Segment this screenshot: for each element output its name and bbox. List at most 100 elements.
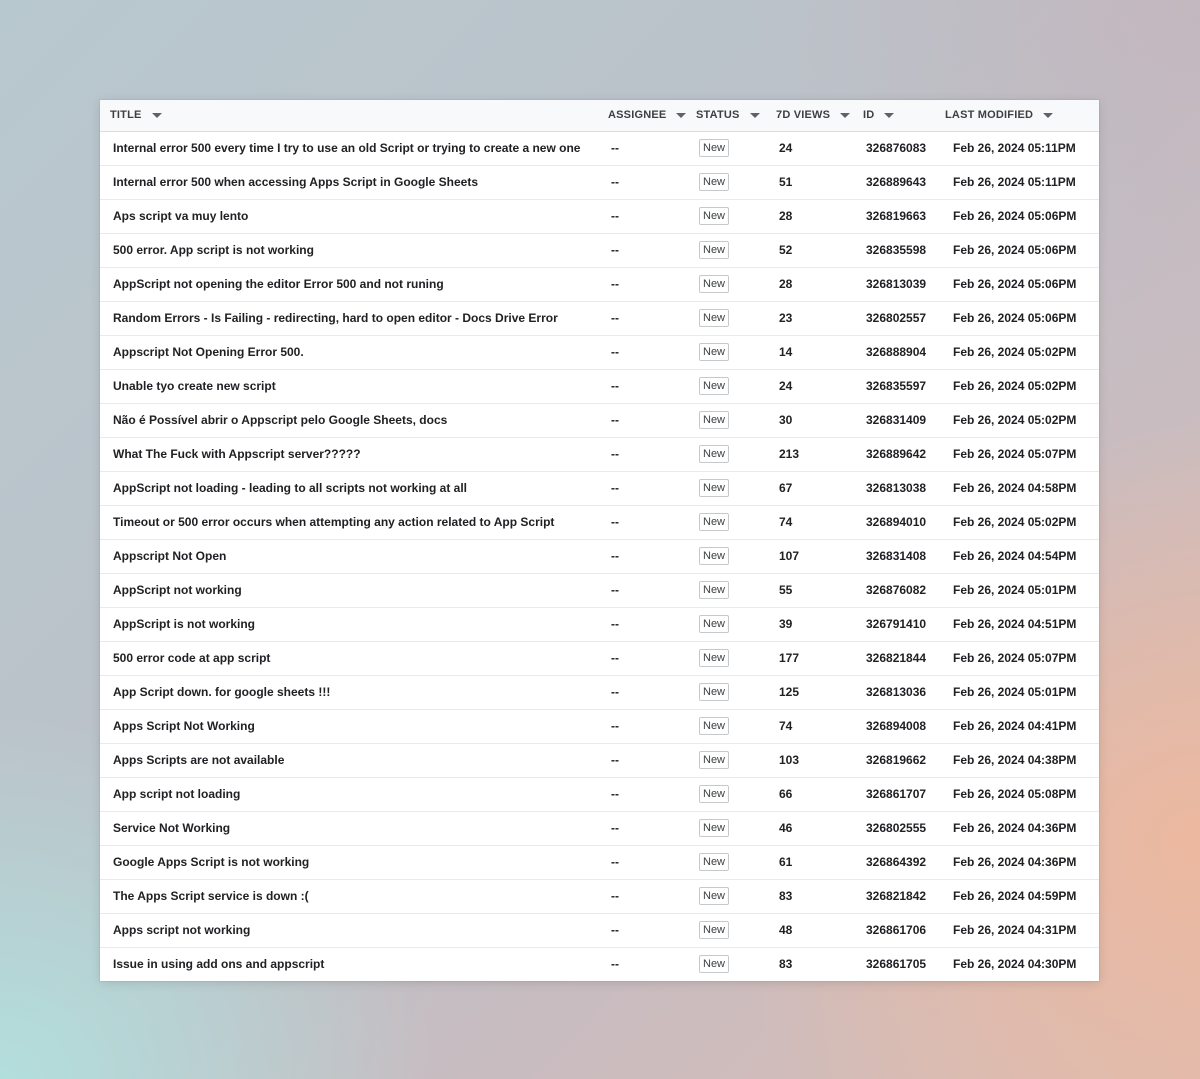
table-row[interactable]: 500 error. App script is not working -- Ne… — [100, 233, 1099, 268]
issue-status-cell: New — [696, 199, 776, 234]
table-row[interactable]: Internal error 500 when accessing Apps S… — [100, 165, 1099, 200]
status-badge: New — [699, 921, 730, 939]
issue-last-modified: Feb 26, 2024 05:07PM — [945, 437, 1099, 472]
issue-views: 103 — [776, 743, 863, 778]
issue-assignee: -- — [608, 641, 696, 676]
issue-assignee: -- — [608, 811, 696, 846]
issue-last-modified: Feb 26, 2024 04:36PM — [945, 845, 1099, 880]
table-row[interactable]: AppScript is not working -- New 39 326791410… — [100, 607, 1099, 642]
table-row[interactable]: Unable tyo create new script -- New 24 32683… — [100, 369, 1099, 404]
sort-caret-icon[interactable] — [676, 113, 687, 119]
issue-views: 83 — [776, 879, 863, 914]
issue-title[interactable]: Appscript Not Open — [100, 539, 608, 574]
issue-id: 326861705 — [866, 957, 927, 972]
status-badge: New — [699, 819, 730, 837]
issue-title[interactable]: AppScript not loading - leading to all s… — [100, 471, 608, 506]
status-badge: New — [699, 649, 730, 667]
issue-status-cell: New — [696, 845, 776, 880]
table-row[interactable]: AppScript not loading - leading to all s… — [100, 471, 1099, 506]
issue-title[interactable]: AppScript not opening the editor Error 5… — [100, 267, 608, 302]
table-row[interactable]: AppScript not opening the editor Error 5… — [100, 267, 1099, 302]
issue-title[interactable]: Apps Script Not Working — [100, 709, 608, 744]
table-row[interactable]: Não é Possível abrir o Appscript pelo Go… — [100, 403, 1099, 438]
issue-title[interactable]: AppScript not working — [100, 573, 608, 608]
issue-assignee: -- — [608, 913, 696, 948]
status-badge: New — [699, 751, 730, 769]
sort-caret-icon[interactable] — [1043, 113, 1054, 119]
column-header-title[interactable]: TITLE — [100, 100, 608, 132]
table-row[interactable]: Issue in using add ons and appscript -- Ne… — [100, 947, 1099, 981]
sort-caret-icon[interactable] — [749, 113, 760, 119]
issue-views: 125 — [776, 675, 863, 710]
issue-title[interactable]: Appscript Not Opening Error 500. — [100, 335, 608, 370]
issue-last-modified: Feb 26, 2024 05:01PM — [945, 573, 1099, 608]
issue-title[interactable]: The Apps Script service is down :( — [100, 879, 608, 914]
issue-title[interactable]: App Script down. for google sheets !!! — [100, 675, 608, 710]
issue-last-modified: Feb 26, 2024 05:06PM — [945, 233, 1099, 268]
issue-status-cell: New — [696, 539, 776, 574]
issue-assignee: -- — [608, 233, 696, 268]
table-row[interactable]: Apps Script Not Working -- New 74 326894008 F… — [100, 709, 1099, 744]
issue-title[interactable]: Aps script va muy lento — [100, 199, 608, 234]
column-header-status[interactable]: STATUS — [696, 100, 776, 132]
table-row[interactable]: AppScript not working -- New 55 326876082 Feb… — [100, 573, 1099, 608]
table-row[interactable]: Appscript Not Open -- New 107 326831408 Feb 2… — [100, 539, 1099, 574]
table-row[interactable]: App script not loading -- New 66 326861707 Fe… — [100, 777, 1099, 812]
issue-title[interactable]: Timeout or 500 error occurs when attempt… — [100, 505, 608, 540]
table-row[interactable]: Service Not Working -- New 46 326802555 Feb 2… — [100, 811, 1099, 846]
table-row[interactable]: Apps script not working -- New 48 326861706 F… — [100, 913, 1099, 948]
issue-views: 48 — [776, 913, 863, 948]
table-row[interactable]: Apps Scripts are not available -- New 103 32… — [100, 743, 1099, 778]
issue-title[interactable]: What The Fuck with Appscript server????? — [100, 437, 608, 472]
column-header-views[interactable]: 7D VIEWS — [776, 100, 863, 132]
issue-title[interactable]: Internal error 500 when accessing Apps S… — [100, 165, 608, 200]
issue-views: 213 — [776, 437, 863, 472]
issue-title[interactable]: App script not loading — [100, 777, 608, 812]
issue-title[interactable]: 500 error. App script is not working — [100, 233, 608, 268]
issue-id: 326864392 — [863, 845, 945, 880]
table-row[interactable]: Random Errors - Is Failing - redirecting… — [100, 301, 1099, 336]
status-badge: New — [699, 717, 730, 735]
issue-title[interactable]: Apps Scripts are not available — [100, 743, 608, 778]
issue-id: 326888904 — [863, 335, 945, 370]
table-row[interactable]: Timeout or 500 error occurs when attempt… — [100, 505, 1099, 540]
issue-title[interactable]: AppScript is not working — [100, 607, 608, 642]
table-row[interactable]: App Script down. for google sheets !!! --… — [100, 675, 1099, 710]
issue-id: 326889642 — [863, 437, 945, 472]
table-row[interactable]: Aps script va muy lento -- New 28 326819663 F… — [100, 199, 1099, 234]
issue-title[interactable]: 500 error code at app script — [100, 641, 608, 676]
issue-title[interactable]: Apps script not working — [100, 913, 608, 948]
issue-views: 52 — [776, 233, 863, 268]
status-badge: New — [699, 547, 730, 565]
issue-last-modified: Feb 26, 2024 05:06PM — [945, 267, 1099, 302]
issue-last-modified: Feb 26, 2024 04:58PM — [945, 471, 1099, 506]
issue-last-modified: Feb 26, 2024 04:41PM — [945, 709, 1099, 744]
column-header-assignee-label: ASSIGNEE — [608, 109, 667, 122]
issue-id: 326819662 — [863, 743, 945, 778]
table-row[interactable]: Appscript Not Opening Error 500. -- New 14 3… — [100, 335, 1099, 370]
issue-status-cell: New — [696, 335, 776, 370]
column-header-assignee[interactable]: ASSIGNEE — [608, 100, 696, 132]
issue-title[interactable]: Issue in using add ons and appscript — [100, 947, 608, 981]
issue-title[interactable]: Internal error 500 every time I try to u… — [100, 131, 608, 166]
issue-title[interactable]: Random Errors - Is Failing - redirecting… — [100, 301, 608, 336]
issue-assignee: -- — [608, 369, 696, 404]
issue-title[interactable]: Service Not Working — [100, 811, 608, 846]
sort-caret-icon[interactable] — [840, 113, 851, 119]
table-row[interactable]: Google Apps Script is not working -- New 61… — [100, 845, 1099, 880]
table-row[interactable]: Internal error 500 every time I try to u… — [100, 131, 1099, 166]
issue-last-modified: Feb 26, 2024 05:02PM — [945, 505, 1099, 540]
column-header-id[interactable]: ID — [863, 100, 945, 132]
table-row[interactable]: 500 error code at app script -- New 177 3268… — [100, 641, 1099, 676]
table-row[interactable]: The Apps Script service is down :(-- New 8… — [100, 879, 1099, 914]
sort-caret-icon[interactable] — [151, 113, 162, 119]
sort-caret-icon[interactable] — [884, 113, 895, 119]
table-row[interactable]: What The Fuck with Appscript server?????… — [100, 437, 1099, 472]
issue-title[interactable]: Unable tyo create new script — [100, 369, 608, 404]
issue-title[interactable]: Google Apps Script is not working — [100, 845, 608, 880]
header-row: TITLE ASSIGNEE STATUS 7D VIEWS ID LAST M… — [100, 100, 1099, 132]
table-body: Internal error 500 every time I try to u… — [100, 131, 1099, 981]
issue-status-cell: New — [696, 403, 776, 438]
column-header-last-modified[interactable]: LAST MODIFIED — [945, 100, 1099, 132]
issue-title[interactable]: Não é Possível abrir o Appscript pelo Go… — [100, 403, 608, 438]
